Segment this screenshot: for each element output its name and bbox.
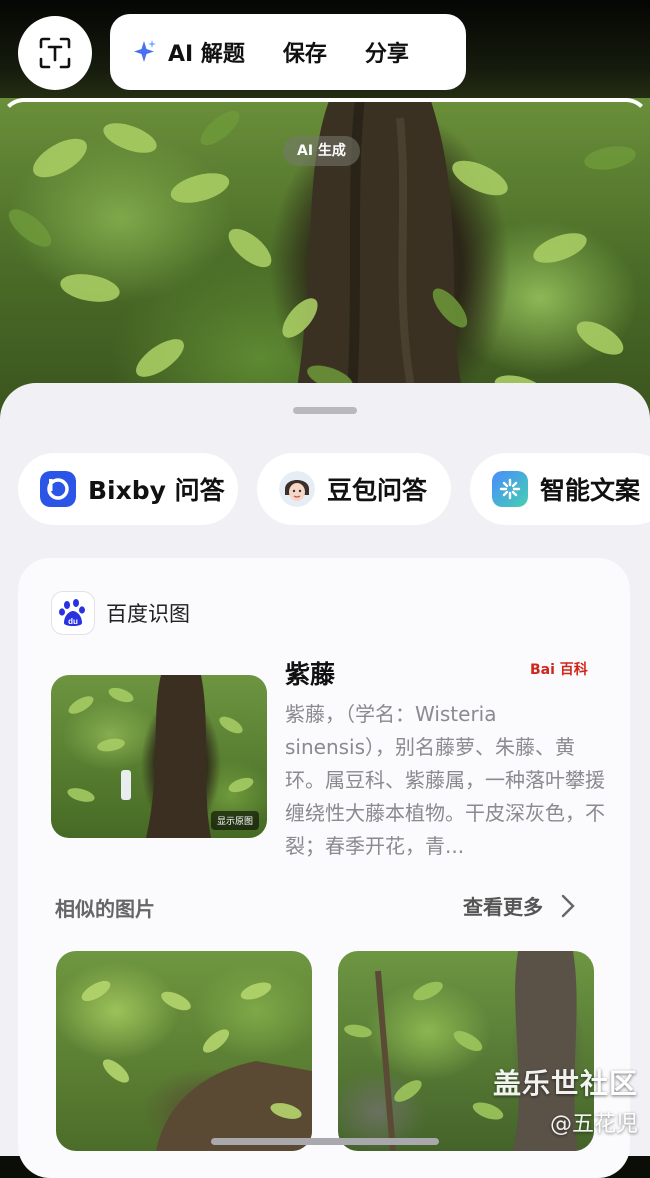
sheet-drag-handle[interactable] (293, 407, 357, 414)
chip-doubao-qa[interactable]: 豆包问答 (257, 453, 451, 525)
similar-image-1[interactable] (56, 951, 312, 1151)
chip-smart-copy[interactable]: 智能文案 (470, 453, 650, 525)
action-chips-row: Bixby 问答 豆包问答 智能文案 (18, 453, 650, 525)
chevron-right-icon (561, 894, 575, 917)
bixby-icon (40, 471, 76, 507)
view-more-label: 查看更多 (463, 895, 543, 919)
ai-sparkle-icon (134, 40, 156, 62)
top-toolbar: AI 解题 保存 分享 (110, 14, 466, 90)
result-title: 紫藤 (285, 660, 336, 689)
view-more-link[interactable]: 查看更多 (463, 891, 575, 920)
text-scan-icon (39, 37, 71, 69)
card-source-label: 百度识图 (106, 602, 190, 626)
doubao-avatar-icon (279, 471, 315, 507)
save-label: 保存 (282, 42, 327, 67)
chip-label: 豆包问答 (327, 476, 428, 505)
result-image[interactable]: 显示原图 (51, 675, 267, 838)
similar-image-1-art (81, 980, 312, 1151)
ai-solve-label: AI 解题 (168, 42, 245, 67)
save-button[interactable]: 保存 (283, 36, 327, 68)
baike-logo-text: Bai 百科 (530, 662, 588, 678)
watermark-user: @五花児 (549, 1112, 638, 1137)
smart-copy-icon (492, 471, 528, 507)
share-button[interactable]: 分享 (365, 36, 409, 68)
chip-bixby-qa[interactable]: Bixby 问答 (18, 453, 238, 525)
bottom-sheet: Bixby 问答 豆包问答 智能文案 du 百度识图 显示原图 紫藤 Bai 百… (0, 383, 650, 1178)
similar-images-label: 相似的图片 (55, 897, 155, 921)
watermark-site: 盖乐世社区 (492, 1067, 638, 1100)
text-scan-button[interactable] (18, 16, 92, 90)
ai-solve-button[interactable]: AI 解题 (132, 36, 245, 68)
result-description[interactable]: 紫藤，（学名：Wisteria sinensis），别名藤萝、朱藤、黄环。属豆科… (285, 698, 610, 863)
show-original-button[interactable]: 显示原图 (210, 811, 259, 830)
ai-generated-badge: AI 生成 (283, 136, 360, 166)
chip-label: 智能文案 (540, 476, 641, 505)
share-label: 分享 (364, 42, 409, 67)
community-watermark: 盖乐世社区 @五花児 (493, 1062, 638, 1138)
baidu-baike-logo: Bai 百科 (530, 659, 588, 679)
home-indicator[interactable] (211, 1138, 439, 1145)
svg-text:du: du (68, 617, 78, 626)
baidu-paw-icon: du (51, 591, 95, 635)
chip-label: Bixby 问答 (88, 476, 225, 505)
